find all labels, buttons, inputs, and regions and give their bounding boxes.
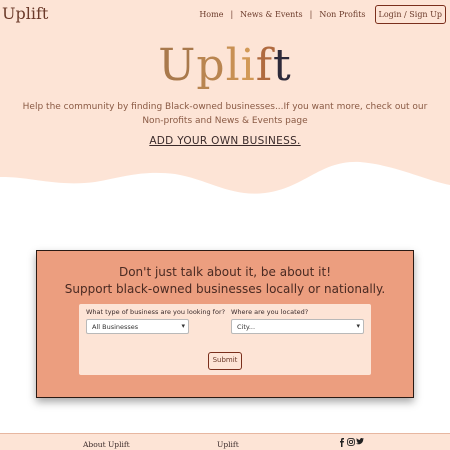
logo-letter: p bbox=[196, 40, 226, 91]
location-select[interactable]: City... ▾ bbox=[231, 319, 364, 334]
chevron-down-icon: ▾ bbox=[181, 322, 185, 330]
nav-links: Home | News & Events | Non Profits Login… bbox=[192, 5, 446, 24]
footer-about-link[interactable]: About Uplift bbox=[83, 440, 130, 449]
instagram-icon[interactable] bbox=[347, 438, 355, 447]
footer-social-links bbox=[338, 438, 364, 447]
twitter-icon[interactable] bbox=[356, 438, 364, 447]
navbar: Uplift Home | News & Events | Non Profit… bbox=[0, 0, 450, 28]
logo-letter: t bbox=[273, 40, 292, 91]
submit-button[interactable]: Submit bbox=[208, 352, 242, 370]
nav-news-events-link[interactable]: News & Events bbox=[233, 10, 309, 19]
business-type-label: What type of business are you looking fo… bbox=[86, 308, 226, 316]
footer: About Uplift Uplift bbox=[0, 433, 450, 450]
search-heading-line2: Support black-owned businesses locally o… bbox=[64, 282, 386, 296]
logo-letter: l bbox=[225, 40, 241, 91]
add-business-link[interactable]: ADD YOUR OWN BUSINESS. bbox=[0, 135, 450, 147]
logo-letter: f bbox=[255, 40, 274, 91]
hero-tagline: Help the community by finding Black-owne… bbox=[22, 102, 428, 126]
logo-letter: U bbox=[158, 40, 197, 91]
business-type-select[interactable]: All Businesses ▾ bbox=[86, 319, 189, 334]
nav-non-profits-link[interactable]: Non Profits bbox=[312, 10, 372, 19]
location-label: Where are you located? bbox=[231, 308, 309, 316]
logo-letter: i bbox=[240, 40, 256, 91]
location-value: City... bbox=[237, 323, 256, 331]
business-type-value: All Businesses bbox=[92, 323, 139, 331]
brand-logo[interactable]: Uplift bbox=[2, 4, 48, 23]
nav-home-link[interactable]: Home bbox=[192, 10, 230, 19]
login-signup-button[interactable]: Login / Sign Up bbox=[374, 5, 446, 24]
footer-brand[interactable]: Uplift bbox=[217, 440, 239, 449]
search-heading-line1: Don't just talk about it, be about it! bbox=[118, 265, 332, 279]
business-search-card: Don't just talk about it, be about it! S… bbox=[36, 250, 414, 398]
chevron-down-icon: ▾ bbox=[356, 322, 360, 330]
search-heading: Don't just talk about it, be about it! S… bbox=[37, 264, 413, 298]
facebook-icon[interactable] bbox=[338, 438, 345, 447]
search-form: What type of business are you looking fo… bbox=[79, 304, 371, 375]
hero-logo: Uplift bbox=[0, 40, 450, 91]
